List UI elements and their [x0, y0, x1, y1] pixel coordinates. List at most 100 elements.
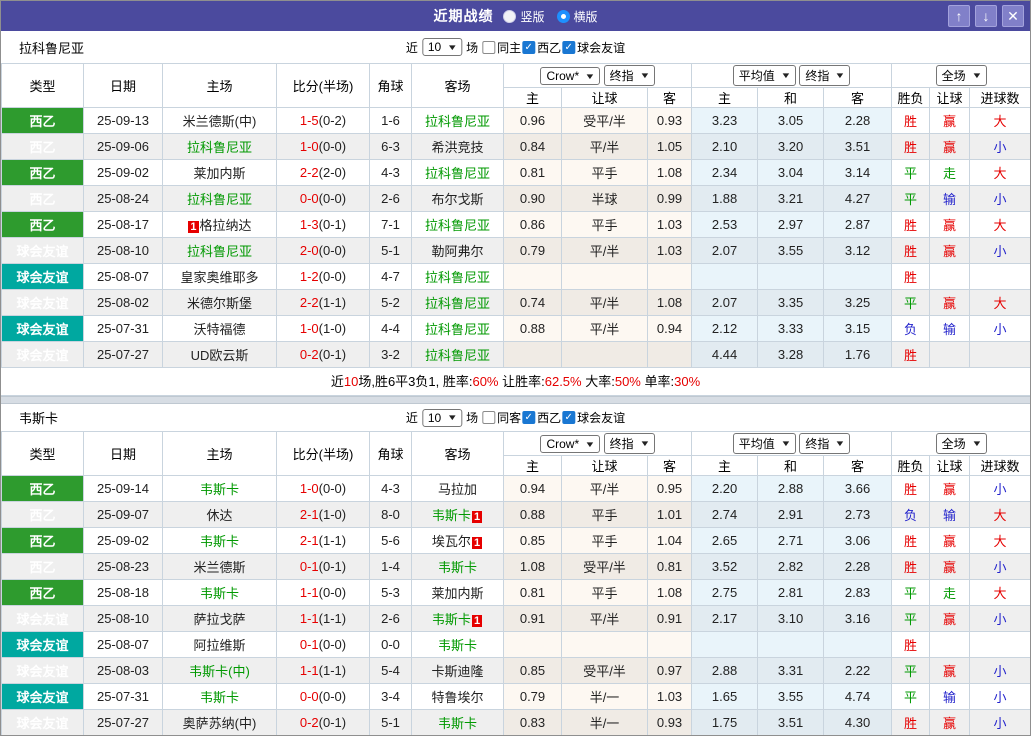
- result-goals: 大: [969, 289, 1030, 316]
- summary-segment: 大率:: [581, 374, 615, 389]
- avg-away: 4.74: [823, 683, 893, 710]
- avg-draw: 3.05: [757, 107, 825, 134]
- odds-home: 0.90: [503, 185, 562, 212]
- avg-draw: 2.88: [757, 475, 825, 502]
- result-goals: [969, 631, 1030, 658]
- team-name: 希洪竞技: [431, 140, 484, 155]
- col-header-home: 主场: [162, 63, 277, 108]
- filter-checkbox-西乙[interactable]: ✓ 西乙: [522, 39, 561, 56]
- checkbox-unchecked-icon[interactable]: [482, 40, 496, 54]
- filter-checkbox-同客[interactable]: 同客: [482, 409, 521, 426]
- filter-checkbox-西乙[interactable]: ✓ 西乙: [522, 409, 561, 426]
- odds-home: 0.81: [503, 579, 562, 606]
- close-button[interactable]: ✕: [1002, 5, 1024, 27]
- filter-checkboxes: 同主 ✓ 西乙 ✓ 球会友谊: [482, 39, 625, 56]
- average-select[interactable]: 平均值 ▼: [732, 65, 796, 86]
- team-name: 韦斯卡: [437, 560, 477, 575]
- checkbox-checked-icon[interactable]: ✓: [562, 40, 576, 54]
- title-bar: 近期战绩 竖版 横版 ↑ ↓ ✕: [1, 1, 1030, 31]
- checkbox-label: 西乙: [537, 411, 562, 425]
- match-row: 球会友谊 25-08-10 萨拉戈萨 1-1(1-1) 2-6 韦斯卡 1 0.91 平/半 0.…: [1, 605, 1030, 632]
- team-section: 韦斯卡 近 10 ▼ 场 同客 ✓ 西乙 ✓ 球会友谊 类型 日期 主场 比分(…: [1, 404, 1030, 735]
- result-outcome: 胜: [891, 263, 931, 290]
- avg-away: 3.16: [823, 605, 893, 632]
- checkbox-checked-icon[interactable]: ✓: [522, 411, 536, 424]
- odds-group-header: Crow* ▼ 终指 ▼: [502, 63, 693, 88]
- move-up-button[interactable]: ↑: [948, 5, 970, 27]
- odds-time-select[interactable]: 终指 ▼: [603, 65, 655, 86]
- corner-cell: 3-2: [369, 341, 412, 368]
- checkbox-label: 球会友谊: [577, 40, 626, 55]
- average-time-select[interactable]: 终指 ▼: [799, 433, 851, 454]
- result-handicap: 赢: [929, 657, 971, 684]
- odds-company-select[interactable]: Crow* ▼: [540, 67, 601, 85]
- checkbox-checked-icon[interactable]: ✓: [562, 411, 576, 424]
- away-team-cell: 拉科鲁尼亚: [411, 341, 504, 368]
- result-handicap: [929, 263, 971, 290]
- result-outcome: 负: [891, 501, 931, 528]
- average-select[interactable]: 平均值 ▼: [732, 433, 796, 454]
- result-outcome: 胜: [891, 107, 931, 134]
- match-date: 25-07-31: [83, 683, 163, 710]
- corner-cell: 5-2: [369, 289, 412, 316]
- subcol-avg-away: 客: [823, 455, 893, 476]
- result-outcome: 胜: [891, 341, 931, 368]
- corner-cell: 4-7: [369, 263, 412, 290]
- home-team-cell: 皇家奥维耶多: [162, 263, 277, 290]
- average-time-select[interactable]: 终指 ▼: [799, 65, 851, 86]
- result-group-header: 全场 ▼: [891, 431, 1030, 456]
- summary-segment: 让胜率:: [498, 374, 545, 389]
- odds-away: 1.01: [646, 501, 693, 528]
- team-name: 布尔戈斯: [431, 192, 484, 207]
- away-team-cell: 拉科鲁尼亚: [411, 289, 504, 316]
- result-handicap: 走: [929, 159, 971, 186]
- avg-home: 2.07: [691, 237, 759, 264]
- score-cell: 1-1(1-1): [276, 605, 370, 632]
- score-cell: 1-0(0-0): [276, 475, 370, 502]
- score-cell: 0-0(0-0): [276, 683, 370, 710]
- match-count-select[interactable]: 10 ▼: [421, 408, 463, 427]
- team-name: 特鲁埃尔: [431, 690, 484, 705]
- chevron-down-icon: ▼: [446, 413, 458, 422]
- result-goals: 大: [969, 527, 1030, 554]
- team-name-title: 拉科鲁尼亚: [19, 40, 85, 56]
- odds-handicap: 平手: [561, 579, 648, 606]
- subcol-avg-away: 客: [823, 87, 893, 108]
- home-team-cell: 米兰德斯(中): [162, 107, 277, 134]
- radio-icon[interactable]: [556, 9, 570, 23]
- layout-radio-竖版[interactable]: 竖版: [503, 8, 545, 25]
- odds-handicap: 平/半: [561, 475, 648, 502]
- matches-table: 类型 日期 主场 比分(半场) 角球 客场 Crow* ▼ 终指 ▼ 平均值 ▼ 终指…: [1, 431, 1030, 735]
- radio-icon[interactable]: [503, 9, 517, 23]
- checkbox-unchecked-icon[interactable]: [482, 411, 496, 424]
- filter-checkbox-球会友谊[interactable]: ✓ 球会友谊: [562, 39, 625, 56]
- layout-radio-横版[interactable]: 横版: [556, 8, 598, 25]
- fullmatch-select[interactable]: 全场 ▼: [935, 433, 987, 454]
- avg-home: 2.12: [691, 315, 759, 342]
- checkbox-checked-icon[interactable]: ✓: [522, 40, 536, 54]
- filter-checkbox-同主[interactable]: 同主: [482, 39, 521, 56]
- home-team-cell: 莱加内斯: [162, 159, 277, 186]
- home-team-cell: 奥萨苏纳(中): [162, 709, 277, 735]
- corner-cell: 1-6: [369, 107, 412, 134]
- result-handicap: 赢: [929, 709, 971, 735]
- filter-checkbox-球会友谊[interactable]: ✓ 球会友谊: [562, 409, 625, 426]
- avg-draw: 2.91: [757, 501, 825, 528]
- match-count-select[interactable]: 10 ▼: [421, 38, 463, 56]
- result-handicap: 赢: [929, 527, 971, 554]
- match-row: 西乙 25-09-14 韦斯卡 1-0(0-0) 4-3 马拉加 0.94 平/半 0.95 2.…: [1, 475, 1030, 502]
- move-down-button[interactable]: ↓: [975, 5, 997, 27]
- match-type-badge: 球会友谊: [1, 289, 84, 316]
- odds-company-select[interactable]: Crow* ▼: [540, 435, 601, 453]
- odds-away: 0.81: [646, 553, 693, 580]
- score-cell: 2-2(2-0): [276, 159, 370, 186]
- fullmatch-select[interactable]: 全场 ▼: [935, 65, 987, 86]
- subcol-avg-home: 主: [691, 455, 759, 476]
- odds-away: 1.08: [646, 159, 693, 186]
- odds-time-select[interactable]: 终指 ▼: [603, 433, 655, 454]
- odds-home: 0.74: [503, 289, 562, 316]
- odds-handicap: 平手: [561, 527, 648, 554]
- radio-label: 横版: [573, 9, 598, 24]
- summary-segment: 场,胜6平3负1, 胜率:: [358, 374, 473, 389]
- odds-away: 1.03: [646, 683, 693, 710]
